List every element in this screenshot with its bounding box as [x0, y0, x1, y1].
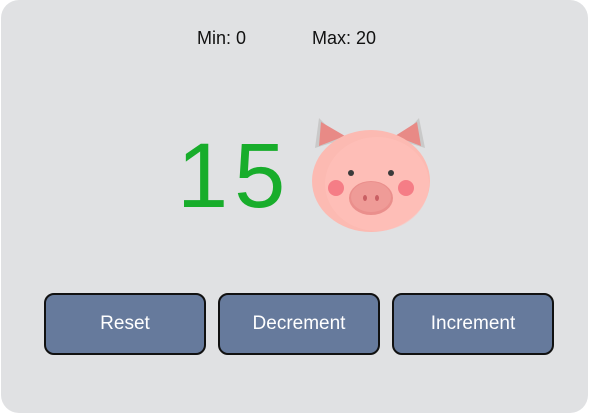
counter-card: Min: 0 Max: 20 15 Reset Decrement Increm…	[1, 0, 588, 413]
pig-face-icon	[307, 112, 435, 236]
counter-value: 15	[177, 125, 292, 227]
min-label: Min: 0	[197, 28, 247, 48]
reset-button[interactable]: Reset	[44, 293, 206, 355]
increment-button[interactable]: Increment	[392, 293, 554, 355]
max-label: Max: 20	[312, 28, 377, 48]
decrement-button[interactable]: Decrement	[218, 293, 380, 355]
